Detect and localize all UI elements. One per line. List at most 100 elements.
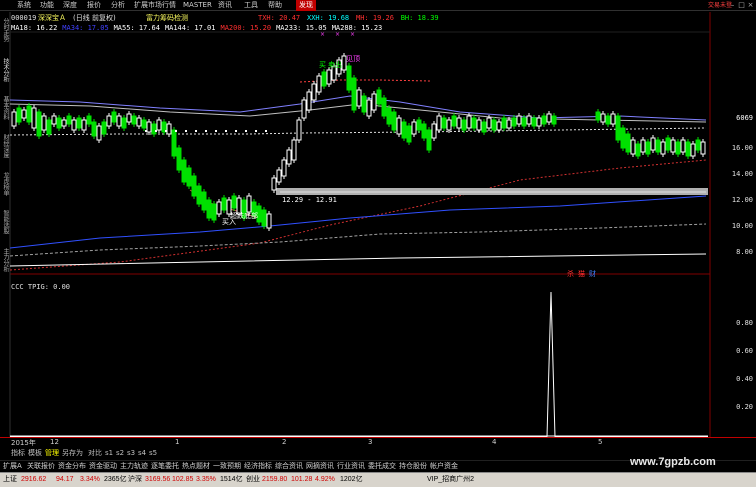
dot-marker [165,130,167,132]
candle-body [685,141,691,157]
candle-body [221,197,227,211]
price-range-label: 12.29 - 12.91 [282,196,337,204]
cy-value: 2159.80 [262,476,288,483]
candle-body [391,111,397,131]
candle-body [296,119,302,141]
ma-row-item: MA233: 15.05 [276,24,327,32]
func-tab-ext-a[interactable]: 扩展A [3,461,22,472]
candle-body [411,121,417,135]
sh-change: 94.17 [56,476,74,483]
dot-marker [225,130,227,132]
tab-template[interactable]: 模板 [28,448,42,459]
hs-label: 沪深 [128,476,142,483]
candle-body [171,129,177,157]
indicator-name: 富力筹码检测 [146,14,188,22]
func-tab-related-quote[interactable]: 关联报价 [27,461,55,472]
vip-label[interactable]: VIP_招商广州2 [427,475,474,485]
candle-body [436,115,442,131]
func-tab-web-news[interactable]: 网摘资讯 [306,461,334,472]
candle-body [286,149,292,165]
candle-body [615,115,621,141]
date-axis: 2015年 12 1 2 3 4 5 [0,437,756,447]
dot-marker [185,130,187,132]
candle-body [181,159,187,183]
func-tab-tick-order[interactable]: 逐笔委托 [151,461,179,472]
candle-body [496,121,502,131]
candle-body [491,119,497,131]
func-tab-consensus[interactable]: 一致预期 [213,461,241,472]
kline-chart[interactable]: × × × [0,0,756,487]
candle-body [521,117,527,127]
candle-body [306,91,312,111]
func-tab-main-track[interactable]: 主力轨迹 [120,461,148,472]
sh-pct: 3.34% [80,476,100,483]
candle-body [371,93,377,111]
func-tab-fund-dist[interactable]: 资金分布 [58,461,86,472]
candle-body [216,201,222,215]
candle-body [56,117,62,129]
func-tab-general-news[interactable]: 综合资讯 [275,461,303,472]
candle-body [36,111,42,137]
candle-body [536,117,542,127]
tab-compare[interactable]: 对比 [88,448,102,459]
tab-s4[interactable]: s4 [138,448,146,459]
dot-marker [255,130,257,132]
red-badge-3[interactable]: 财 [589,270,596,279]
candle-body [186,167,192,187]
candle-body [690,143,696,157]
func-tab-holdings[interactable]: 持仓股份 [399,461,427,472]
tab-s2[interactable]: s2 [116,448,124,459]
axis-lower-040: 0.40 [736,375,753,383]
candle-body [446,119,452,131]
candle-body [136,117,142,127]
candle-body [660,141,666,155]
candle-body [111,111,117,123]
tab-indicator[interactable]: 指标 [11,448,25,459]
upper-row-item: TXH: 20.47 [258,14,301,22]
red-badge-2[interactable]: 猫 [578,270,585,279]
func-tab-economic[interactable]: 经济指标 [244,461,272,472]
axis-top-value: 6069 [736,114,753,122]
candle-body [196,185,202,205]
tab-manage[interactable]: 管理 [45,448,59,459]
candle-body [451,115,457,127]
x-label-1: 1 [175,438,180,446]
annotation-sell: 卖出 [328,61,342,69]
candle-body [271,177,277,191]
candle-body [281,159,287,177]
candle-body [486,117,492,129]
tab-s5[interactable]: s5 [149,448,157,459]
tab-s1[interactable]: s1 [105,448,113,459]
candle-body [501,117,507,129]
candle-body [126,113,132,123]
func-tab-account[interactable]: 帐户资金 [430,461,458,472]
ma-red-dotted [9,159,707,271]
func-tab-industry-news[interactable]: 行业资讯 [337,461,365,472]
x-label-2: 2 [282,438,287,446]
candle-body [151,123,157,135]
candle-body [635,143,641,157]
candle-body [476,119,482,131]
axis-price-16: 16.00 [731,144,753,152]
candle-body [551,115,557,125]
candle-body [625,133,631,153]
candle-body [96,125,102,141]
func-tab-hot-topics[interactable]: 热点题材 [182,461,210,472]
tab-save-as[interactable]: 另存为 [62,448,83,459]
candle-body [141,119,147,129]
candle-body [116,115,122,127]
candle-body [31,107,37,129]
candle-body [396,117,402,135]
func-tab-trade-fill[interactable]: 委托成交 [368,461,396,472]
hs-change: 102.85 [172,476,194,483]
candle-body [301,99,307,119]
axis-price-8: 8.00 [736,248,753,256]
stock-code: 000019 [11,14,37,22]
func-tab-fund-drive[interactable]: 资金驱动 [89,461,117,472]
red-badge-1[interactable]: 杀 [567,270,574,279]
upper-row-item: BH: 18.39 [400,14,439,22]
tab-s3[interactable]: s3 [127,448,135,459]
candle-body [356,89,362,107]
candle-body [610,113,616,125]
price-axis: 6069 16.00 14.00 12.00 10.00 8.00 0.80 0… [710,14,756,439]
